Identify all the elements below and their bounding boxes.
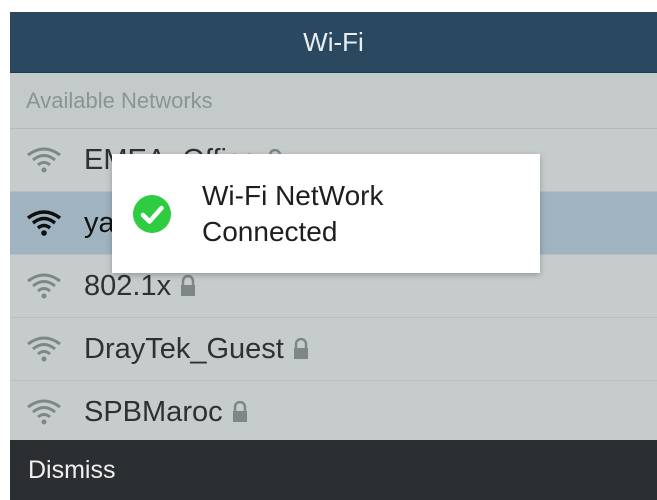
softkey-bar: Dismiss xyxy=(10,440,657,500)
lock-icon xyxy=(179,275,197,297)
wifi-icon xyxy=(26,335,62,363)
wifi-icon xyxy=(26,209,62,237)
lock-icon xyxy=(231,401,249,423)
connection-toast: Wi-Fi NetWork Connected xyxy=(112,154,540,273)
check-circle-icon xyxy=(132,194,172,234)
wifi-icon xyxy=(26,272,62,300)
network-name: SPBMaroc xyxy=(84,395,223,428)
dismiss-button[interactable]: Dismiss xyxy=(28,456,116,485)
network-item-spbmaroc[interactable]: SPBMaroc xyxy=(10,381,657,444)
title-bar: Wi-Fi xyxy=(10,12,657,73)
section-header: Available Networks xyxy=(10,73,657,129)
wifi-icon xyxy=(26,146,62,174)
lock-icon xyxy=(292,338,310,360)
toast-line-2: Connected xyxy=(202,215,338,247)
network-item-draytek-guest[interactable]: DrayTek_Guest xyxy=(10,318,657,381)
toast-line-1: Wi-Fi NetWork xyxy=(202,179,384,211)
section-header-label: Available Networks xyxy=(26,87,213,113)
network-name: DrayTek_Guest xyxy=(84,332,284,365)
page-title: Wi-Fi xyxy=(303,26,364,57)
wifi-icon xyxy=(26,398,62,426)
network-name: 802.1x xyxy=(84,269,172,302)
toast-message: Wi-Fi NetWork Connected xyxy=(202,178,383,250)
